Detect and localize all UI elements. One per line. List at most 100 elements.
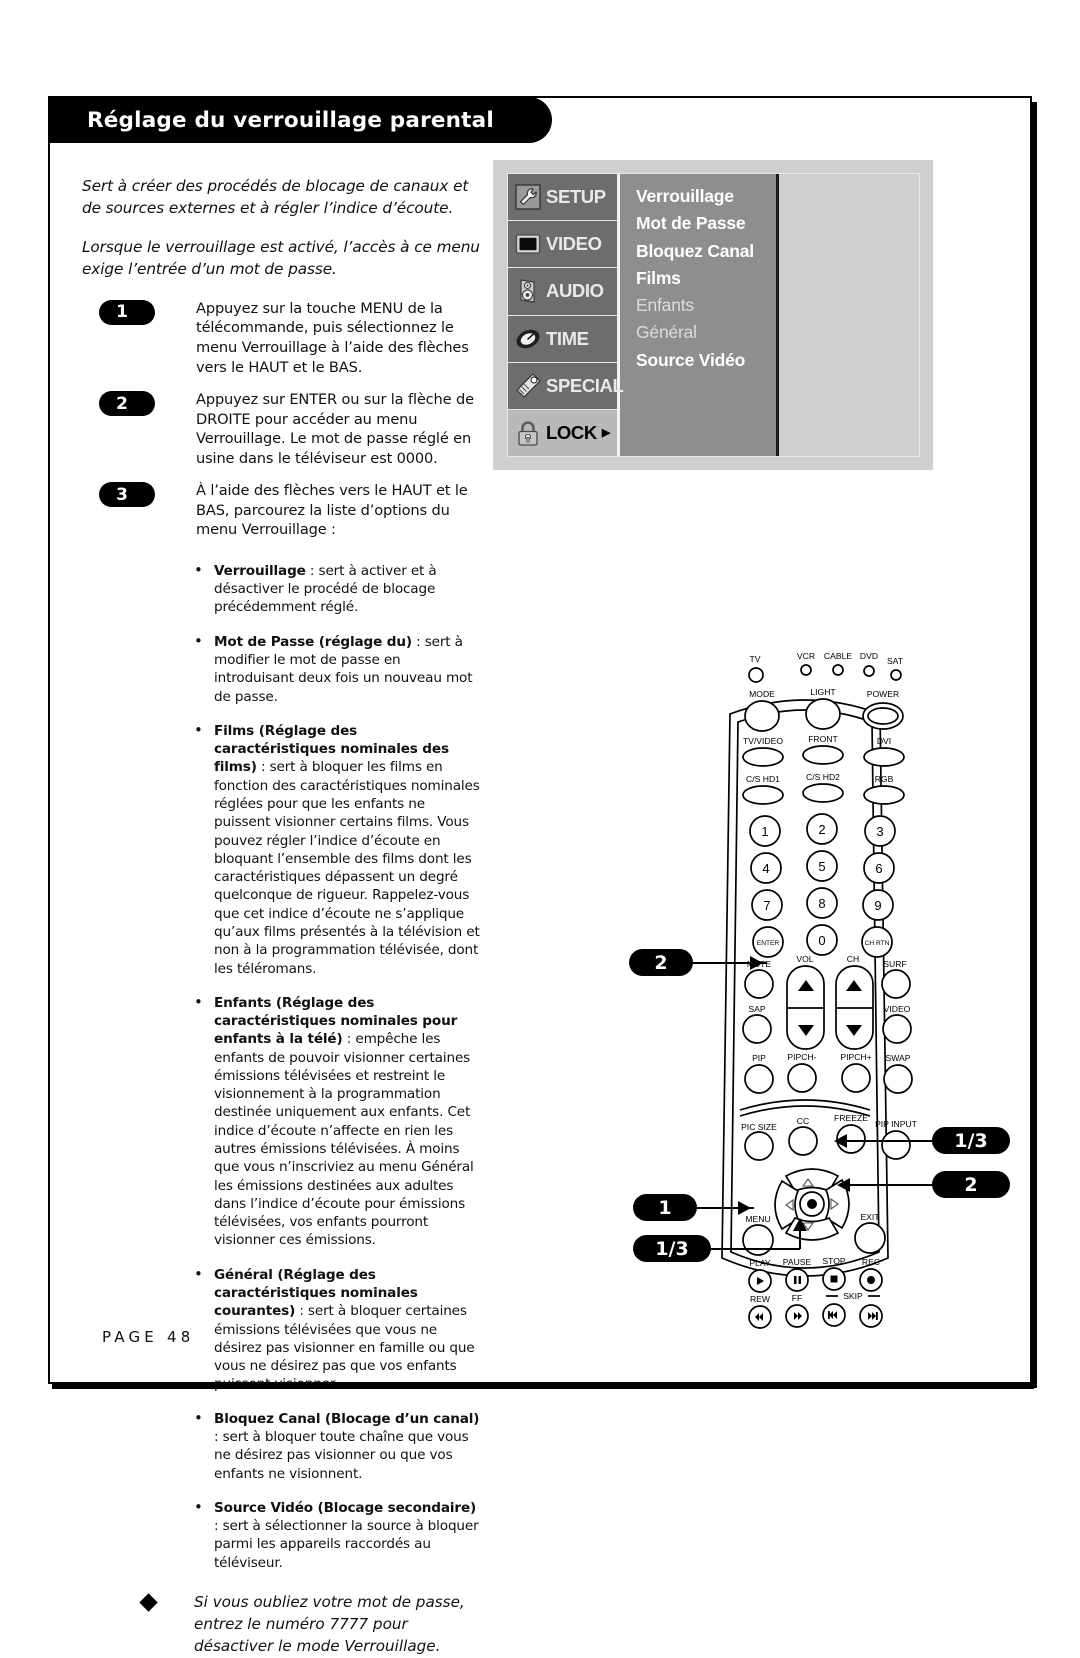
remote-control-illustration: .bl { fill:none; stroke:#000; stroke-wid…: [570, 618, 1040, 1378]
remote-button-pipch-plus: [841, 1063, 871, 1093]
clock-icon: [513, 324, 543, 354]
svg-text:3: 3: [876, 824, 883, 839]
svg-text:7: 7: [763, 898, 770, 913]
remote-button-video: [882, 1014, 912, 1044]
remote-label-menu: MENU: [745, 1214, 770, 1224]
remote-label-cc: CC: [797, 1116, 809, 1126]
remote-label-pip-input: PIP INPUT: [875, 1119, 918, 1129]
leader-line-up-arrow: [847, 1140, 932, 1142]
osd-option-verrouillage[interactable]: Verrouillage: [636, 183, 776, 210]
osd-item-audio[interactable]: AUDIO: [508, 268, 617, 316]
step-1-text: Appuyez sur la touche MENU de la télécom…: [196, 299, 469, 376]
tag-icon: [513, 371, 543, 401]
callout-step-2-right-arrow: 2: [932, 1171, 1010, 1198]
osd-option-mot-de-passe[interactable]: Mot de Passe: [636, 210, 776, 237]
osd-item-label: TIME: [546, 327, 589, 349]
osd-item-label: SETUP: [546, 186, 606, 208]
left-content-column: Sert à créer des procédés de blocage de …: [82, 176, 482, 1658]
note-text: Si vous oubliez votre mot de passe, entr…: [194, 1592, 465, 1655]
remote-button-pipch-minus: [787, 1063, 817, 1093]
remote-led-sat: [890, 669, 902, 681]
remote-button-cc: [788, 1126, 818, 1156]
remote-nav-ok-dot: [807, 1199, 817, 1209]
leader-arrow-enter: [750, 956, 763, 970]
osd-option-bloquez-canal[interactable]: Bloquez Canal: [636, 238, 776, 265]
svg-text:9: 9: [874, 898, 881, 913]
remote-label-freeze: FREEZE: [834, 1113, 868, 1123]
osd-option-general[interactable]: Général: [636, 319, 776, 346]
remote-label-pic-size: PIC SIZE: [741, 1122, 777, 1132]
osd-icon-sidebar: SETUP VIDEO AUDIO TIME SPECIAL LOCK ▶: [508, 174, 624, 457]
remote-rec-icon: [867, 1276, 875, 1284]
remote-button-pip: [744, 1064, 774, 1094]
screen-icon: [513, 229, 543, 259]
remote-label-stop: STOP: [822, 1256, 846, 1266]
step-3: 3 À l’aide des flèches vers le HAUT et l…: [82, 481, 482, 540]
osd-item-label: AUDIO: [546, 280, 604, 302]
leader-line-down-vert: [799, 1222, 801, 1249]
remote-label-pip: PIP: [752, 1053, 766, 1063]
bullet-films: Films (Réglage des caractéristiques nomi…: [194, 721, 482, 978]
bullet-term: Source Vidéo (Blocage secondaire): [214, 1499, 477, 1516]
remote-label-vcr: VCR: [797, 651, 815, 661]
page-title: Réglage du verrouillage parental: [49, 97, 552, 143]
remote-button-surf: [881, 969, 911, 999]
osd-item-special[interactable]: SPECIAL: [508, 363, 624, 410]
bullet-mot-de-passe: Mot de Passe (réglage du) : sert à modif…: [194, 632, 482, 706]
bullet-term: Verrouillage: [214, 562, 306, 579]
leader-arrow-right: [837, 1178, 850, 1192]
remote-button-mute: [744, 969, 774, 999]
remote-label-cs-hd2: C/S HD2: [806, 772, 840, 782]
osd-option-films[interactable]: Films: [636, 265, 776, 292]
callout-step-1-3-down-arrow: 1/3: [633, 1235, 711, 1262]
osd-right-blank-area: [779, 174, 919, 456]
bullet-bloquez-canal: Bloquez Canal (Blocage d’un canal) : ser…: [194, 1409, 482, 1483]
remote-stop-icon: [830, 1275, 838, 1283]
step-3-badge: 3: [99, 482, 155, 508]
osd-item-video[interactable]: VIDEO: [508, 221, 617, 269]
remote-label-tv: TV: [750, 654, 761, 664]
remote-button-menu: [742, 1224, 774, 1256]
remote-label-ff: FF: [792, 1293, 803, 1303]
step-3-text: À l’aide des flèches vers le HAUT et le …: [196, 482, 468, 539]
leader-arrow-up: [834, 1134, 847, 1148]
remote-button-pic-size: [744, 1131, 774, 1161]
remote-button-light: [805, 698, 841, 730]
remote-led-dvd: [863, 665, 875, 677]
bullet-source-video: Source Vidéo (Blocage secondaire) : sert…: [194, 1498, 482, 1572]
remote-label-power: POWER: [867, 689, 899, 699]
chevron-right-icon: ▶: [601, 427, 611, 440]
svg-text:2: 2: [818, 822, 825, 837]
password-reset-note: Si vous oubliez votre mot de passe, entr…: [138, 1592, 482, 1658]
osd-item-time[interactable]: TIME: [508, 316, 617, 363]
svg-text:6: 6: [875, 861, 882, 876]
remote-label-ch-rtn: CH RTN: [865, 940, 890, 947]
remote-led-tv: [748, 667, 764, 683]
osd-item-lock[interactable]: LOCK ▶: [508, 409, 617, 457]
option-bullet-list: Verrouillage : sert à activer et à désac…: [194, 561, 482, 1572]
remote-label-pause: PAUSE: [783, 1257, 812, 1267]
remote-label-cable: CABLE: [824, 651, 852, 661]
remote-label-sat: SAT: [887, 656, 904, 666]
lock-icon: [513, 418, 543, 448]
remote-button-rgb: [863, 785, 905, 805]
osd-menu-screenshot: SETUP VIDEO AUDIO TIME SPECIAL LOCK ▶ Ve…: [493, 160, 933, 470]
osd-option-source-video[interactable]: Source Vidéo: [636, 347, 776, 374]
remote-label-ch: CH: [847, 954, 859, 964]
svg-text:5: 5: [818, 859, 825, 874]
svg-text:1: 1: [761, 824, 768, 839]
intro-paragraph-1: Sert à créer des procédés de blocage de …: [82, 177, 469, 217]
wrench-icon: [513, 182, 543, 212]
remote-label-pipch-plus: PIPCH+: [840, 1052, 871, 1062]
manual-page-frame: Réglage du verrouillage parental Sert à …: [48, 96, 1037, 1655]
bullet-body: : sert à bloquer toute chaîne que vous n…: [214, 1428, 469, 1482]
osd-option-enfants[interactable]: Enfants: [636, 292, 776, 319]
svg-text:8: 8: [818, 896, 825, 911]
bullet-body: : sert à sélectionner la source à bloque…: [214, 1518, 479, 1571]
remote-label-surf: SURF: [883, 959, 906, 969]
callout-step-1-3-up-arrow: 1/3: [932, 1127, 1010, 1154]
remote-label-swap: SWAP: [886, 1053, 911, 1063]
remote-label-video: VIDEO: [884, 1004, 911, 1014]
osd-item-setup[interactable]: SETUP: [508, 174, 617, 222]
svg-text:4: 4: [762, 861, 769, 876]
